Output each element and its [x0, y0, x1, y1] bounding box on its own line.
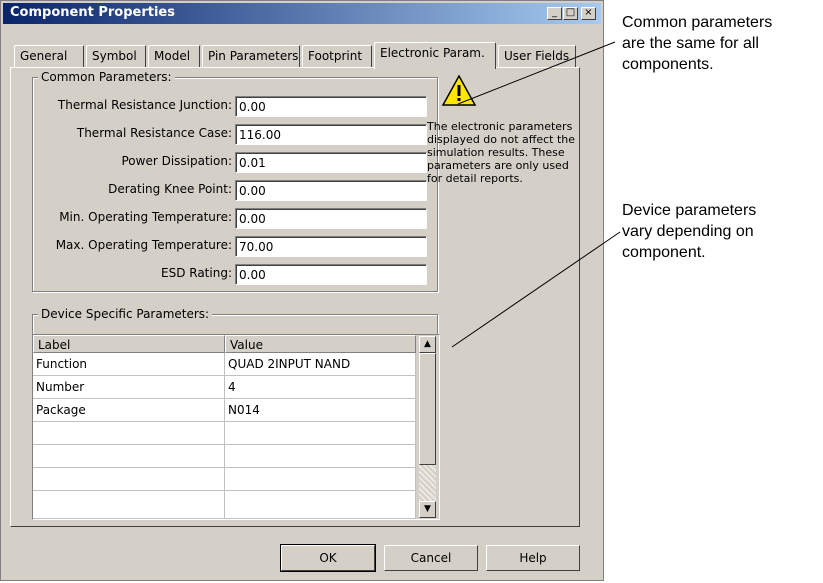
callout-leader-lines: [451, 41, 621, 348]
device-callout-line: [451, 231, 621, 348]
tab-electronic-param[interactable]: Electronic Param.: [374, 42, 496, 69]
common-parameters-callout: Common parameters are the same for all c…: [622, 14, 773, 73]
device-parameters-callout: Device parameters vary depending on comp…: [622, 202, 757, 261]
